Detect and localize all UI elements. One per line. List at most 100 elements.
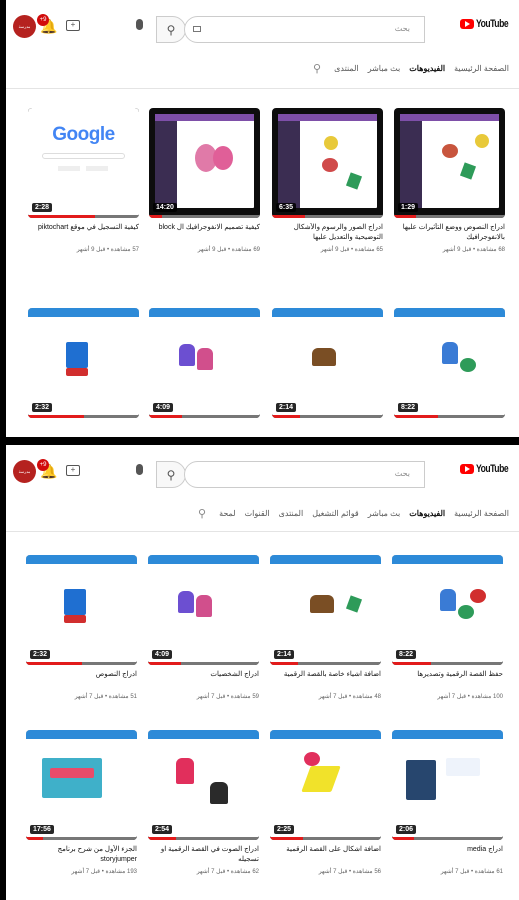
video-title[interactable]: اضافة اشياء خاصة بالقصة الرقمية bbox=[270, 670, 381, 690]
tab-community[interactable]: المنتدى bbox=[334, 64, 359, 73]
video-thumbnail[interactable]: 2:54 bbox=[148, 730, 259, 840]
notifications-badge: +9 bbox=[37, 14, 49, 26]
video-title[interactable]: كيفية تصميم الانفوجرافيك ال block bbox=[149, 223, 260, 243]
video-title[interactable]: ادراج الصور والرسوم والأشكال التوضيحية و… bbox=[272, 223, 383, 243]
tab-playlists[interactable]: قوائم التشغيل bbox=[312, 509, 359, 518]
microphone-icon[interactable] bbox=[133, 19, 145, 35]
video-meta: 59 مشاهدة • قبل 7 أشهر bbox=[196, 694, 259, 700]
channel-search-icon[interactable]: ⚲ bbox=[198, 507, 206, 520]
video-duration: 2:06 bbox=[396, 825, 417, 834]
youtube-channel-screenshot-top: مدرسة 🔔 +9 + ⚲ بحث YouTube الصفحة الرئيس… bbox=[6, 0, 519, 437]
video-card[interactable]: 4:09 bbox=[149, 308, 260, 418]
video-title[interactable]: ادراج الشخصيات bbox=[148, 670, 259, 690]
video-duration: 2:25 bbox=[274, 825, 295, 834]
search-input[interactable]: بحث bbox=[184, 16, 425, 43]
video-meta: 100 مشاهدة • قبل 7 أشهر bbox=[437, 694, 503, 700]
tab-home[interactable]: الصفحة الرئيسية bbox=[454, 64, 509, 73]
tab-videos[interactable]: الفيديوهات bbox=[409, 509, 445, 518]
divider bbox=[6, 88, 519, 89]
video-meta: 69 مشاهدة • قبل 9 أشهر bbox=[197, 247, 260, 253]
video-card[interactable]: 17:56 الجزء الأول من شرح برنامج storyjum… bbox=[26, 730, 137, 875]
video-card[interactable]: 2:14 bbox=[272, 308, 383, 418]
tab-live[interactable]: بث مباشر bbox=[368, 509, 401, 518]
video-title[interactable]: كيفية التسجيل في موقع piktochart bbox=[28, 223, 139, 243]
search-input[interactable]: بحث bbox=[184, 461, 425, 488]
channel-search-icon[interactable]: ⚲ bbox=[313, 62, 321, 75]
video-thumbnail[interactable]: 2:25 bbox=[270, 730, 381, 840]
video-card[interactable]: 2:25 اضافة اشكال على القصة الرقمية 56 مش… bbox=[270, 730, 381, 875]
video-card[interactable]: 6:35 ادراج الصور والرسوم والأشكال التوضي… bbox=[272, 108, 383, 253]
tab-home[interactable]: الصفحة الرئيسية bbox=[454, 509, 509, 518]
video-title[interactable]: الجزء الأول من شرح برنامج storyjumper bbox=[26, 845, 137, 865]
video-meta: 65 مشاهدة • قبل 9 أشهر bbox=[320, 247, 383, 253]
video-duration: 17:56 bbox=[30, 825, 54, 834]
video-title[interactable]: حفظ القصة الرقمية وتصديرها bbox=[392, 670, 503, 690]
video-title[interactable]: اضافة اشكال على القصة الرقمية bbox=[270, 845, 381, 865]
video-thumbnail[interactable]: 8:22 bbox=[394, 308, 505, 418]
video-card[interactable]: 1:29 ادراج النصوص ووضع التأثيرات عليها ب… bbox=[394, 108, 505, 253]
avatar[interactable]: مدرسة bbox=[13, 460, 36, 483]
video-meta: 51 مشاهدة • قبل 7 أشهر bbox=[74, 694, 137, 700]
microphone-icon[interactable] bbox=[133, 464, 145, 480]
video-thumbnail[interactable]: 2:14 bbox=[272, 308, 383, 418]
video-title[interactable]: ادراج النصوص ووضع التأثيرات عليها بالانف… bbox=[394, 223, 505, 243]
google-logo: Google bbox=[52, 124, 115, 145]
search-icon[interactable]: ⚲ bbox=[156, 461, 186, 488]
video-card[interactable]: 8:22 bbox=[394, 308, 505, 418]
notifications-bell-icon[interactable]: 🔔 +9 bbox=[37, 459, 57, 479]
video-duration: 14:20 bbox=[153, 203, 177, 212]
video-thumbnail[interactable]: 2:32 bbox=[28, 308, 139, 418]
video-duration: 2:32 bbox=[32, 403, 53, 412]
video-meta: 61 مشاهدة • قبل 7 أشهر bbox=[440, 869, 503, 875]
video-thumbnail[interactable]: 6:35 bbox=[272, 108, 383, 218]
video-thumbnail[interactable]: 1:29 bbox=[394, 108, 505, 218]
video-thumbnail[interactable]: 17:56 bbox=[26, 730, 137, 840]
tab-channels[interactable]: القنوات bbox=[245, 509, 270, 518]
youtube-logo[interactable]: YouTube bbox=[459, 463, 517, 475]
video-card[interactable]: 2:14 اضافة اشياء خاصة بالقصة الرقمية 48 … bbox=[270, 555, 381, 700]
video-card[interactable]: Google 2:28 كيفية التسجيل في موقع piktoc… bbox=[28, 108, 139, 253]
video-duration: 6:35 bbox=[276, 203, 297, 212]
video-title[interactable]: ادراج النصوص bbox=[26, 670, 137, 690]
search-placeholder: بحث bbox=[394, 469, 410, 478]
video-meta: 193 مشاهدة • قبل 7 أشهر bbox=[71, 869, 137, 875]
avatar[interactable]: مدرسة bbox=[13, 15, 36, 38]
video-duration: 1:29 bbox=[398, 203, 419, 212]
video-duration: 2:28 bbox=[32, 203, 53, 212]
search-placeholder: بحث bbox=[394, 24, 410, 33]
video-duration: 2:54 bbox=[152, 825, 173, 834]
brand-name: YouTube bbox=[475, 18, 509, 30]
video-card[interactable]: 4:09 ادراج الشخصيات 59 مشاهدة • قبل 7 أش… bbox=[148, 555, 259, 700]
video-duration: 2:14 bbox=[276, 403, 297, 412]
video-thumbnail[interactable]: 14:20 bbox=[149, 108, 260, 218]
channel-tabs: الصفحة الرئيسية الفيديوهات بث مباشر قوائ… bbox=[198, 505, 509, 521]
video-card[interactable]: 2:54 ادراج الصوت في القصة الرقمية او تسج… bbox=[148, 730, 259, 875]
video-thumbnail[interactable]: 2:06 bbox=[392, 730, 503, 840]
video-thumbnail[interactable]: 2:14 bbox=[270, 555, 381, 665]
notifications-bell-icon[interactable]: 🔔 +9 bbox=[37, 14, 57, 34]
video-card[interactable]: 2:32 bbox=[28, 308, 139, 418]
video-thumbnail[interactable]: 4:09 bbox=[149, 308, 260, 418]
video-meta: 56 مشاهدة • قبل 7 أشهر bbox=[318, 869, 381, 875]
tab-about[interactable]: لمحة bbox=[219, 509, 236, 518]
tab-community[interactable]: المنتدى bbox=[279, 509, 304, 518]
video-card[interactable]: 2:06 ادراج media 61 مشاهدة • قبل 7 أشهر bbox=[392, 730, 503, 875]
create-video-icon[interactable]: + bbox=[66, 20, 80, 31]
video-thumbnail[interactable]: 8:22 bbox=[392, 555, 503, 665]
youtube-logo[interactable]: YouTube bbox=[459, 18, 517, 30]
tab-live[interactable]: بث مباشر bbox=[368, 64, 401, 73]
divider bbox=[6, 531, 519, 532]
create-video-icon[interactable]: + bbox=[66, 465, 80, 476]
video-thumbnail[interactable]: 2:32 bbox=[26, 555, 137, 665]
video-card[interactable]: 14:20 كيفية تصميم الانفوجرافيك ال block … bbox=[149, 108, 260, 253]
tab-videos[interactable]: الفيديوهات bbox=[409, 64, 445, 73]
video-thumbnail[interactable]: Google 2:28 bbox=[28, 108, 139, 218]
video-card[interactable]: 8:22 حفظ القصة الرقمية وتصديرها 100 مشاه… bbox=[392, 555, 503, 700]
video-title[interactable]: ادراج الصوت في القصة الرقمية او تسجيله bbox=[148, 845, 259, 865]
keyboard-icon[interactable] bbox=[193, 26, 201, 32]
video-thumbnail[interactable]: 4:09 bbox=[148, 555, 259, 665]
video-card[interactable]: 2:32 ادراج النصوص 51 مشاهدة • قبل 7 أشهر bbox=[26, 555, 137, 700]
video-meta: 48 مشاهدة • قبل 7 أشهر bbox=[318, 694, 381, 700]
video-title[interactable]: ادراج media bbox=[392, 845, 503, 865]
search-icon[interactable]: ⚲ bbox=[156, 16, 186, 43]
